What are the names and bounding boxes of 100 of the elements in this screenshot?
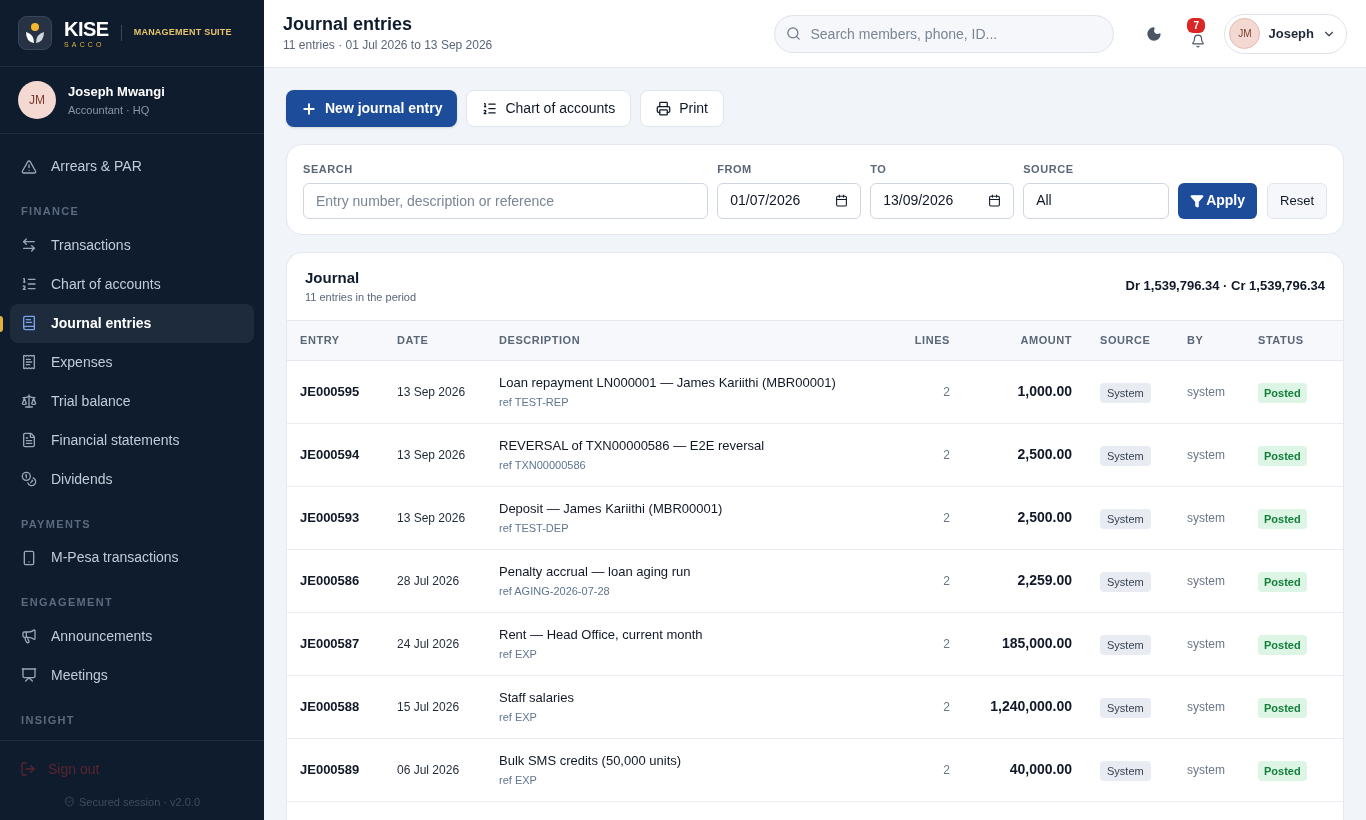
status-tag: Posted bbox=[1258, 697, 1307, 718]
entry-reference: ref EXP bbox=[499, 710, 538, 725]
to-date-field[interactable]: 13/09/2026 bbox=[870, 182, 1015, 219]
created-by: system bbox=[1187, 698, 1226, 716]
journal-subtitle: 11 entries in the period bbox=[305, 290, 417, 305]
source-tag: System bbox=[1100, 445, 1151, 466]
nav-item[interactable]: Arrears & PAR bbox=[10, 147, 254, 186]
bell-icon bbox=[1191, 33, 1206, 48]
source-tag: System bbox=[1100, 571, 1151, 592]
nav-item[interactable]: Transactions bbox=[10, 225, 254, 265]
entry-date: 28 Jul 2026 bbox=[397, 572, 461, 590]
created-by: system bbox=[1187, 635, 1226, 653]
print-button[interactable]: Print bbox=[640, 90, 724, 127]
user-avatar: JM bbox=[18, 81, 56, 119]
numbered-list-icon bbox=[482, 101, 498, 116]
global-search-field[interactable]: Search members, phone, ID... bbox=[774, 14, 1115, 53]
entry-reference: ref AGING-2026-07-28 bbox=[499, 584, 611, 599]
entry-description: Penalty accrual — loan aging run bbox=[499, 562, 692, 581]
entry-number: JE000589 bbox=[300, 760, 361, 779]
line-count: 2 bbox=[942, 572, 950, 590]
entry-description: Staff salaries bbox=[499, 688, 575, 707]
shield-icon bbox=[63, 796, 75, 808]
nav-item[interactable]: M-Pesa transactions bbox=[10, 538, 254, 577]
entry-date: 06 Jul 2026 bbox=[397, 761, 461, 779]
source-tag: System bbox=[1100, 634, 1151, 655]
entry-description: Deposit — James Kariithi (MBR00001) bbox=[499, 499, 724, 518]
board-icon bbox=[21, 667, 37, 683]
notifications-button[interactable]: 7 bbox=[1182, 17, 1215, 50]
warning-icon bbox=[21, 158, 37, 175]
page-title: Journal entries bbox=[283, 13, 414, 36]
created-by: system bbox=[1187, 761, 1226, 779]
user-name: Joseph Mwangi bbox=[68, 83, 165, 101]
logo-icon bbox=[18, 16, 52, 50]
calendar-icon bbox=[988, 194, 1002, 207]
column-header: LINES bbox=[913, 332, 950, 348]
suite-label: MANAGEMENT SUITE bbox=[133, 26, 232, 40]
created-by: system bbox=[1187, 509, 1226, 527]
status-tag: Posted bbox=[1258, 445, 1307, 466]
phone-icon bbox=[21, 549, 37, 566]
header-avatar: JM bbox=[1229, 18, 1261, 49]
entry-amount: 2,500.00 bbox=[1016, 445, 1072, 464]
entry-amount: 1,000.00 bbox=[1016, 382, 1072, 401]
line-count: 2 bbox=[942, 509, 950, 527]
entry-description: REVERSAL of TXN00000586 — E2E reversal bbox=[499, 436, 766, 455]
source-select[interactable]: All bbox=[1023, 182, 1170, 219]
created-by: system bbox=[1187, 446, 1226, 464]
nav-item[interactable]: Financial statements bbox=[10, 420, 254, 460]
notification-count: 7 bbox=[1187, 17, 1206, 33]
moon-icon bbox=[1146, 25, 1163, 42]
entry-reference: ref TEST-REP bbox=[499, 395, 570, 410]
nav-item[interactable]: Announcements bbox=[10, 616, 254, 656]
column-header: STATUS bbox=[1258, 332, 1305, 348]
line-count: 2 bbox=[942, 446, 950, 464]
from-label: FROM bbox=[717, 162, 753, 177]
page-subtitle: 11 entries · 01 Jul 2026 to 13 Sep 2026 bbox=[283, 36, 493, 54]
source-tag: System bbox=[1100, 508, 1151, 529]
nav-item[interactable]: Meetings bbox=[10, 655, 254, 695]
entry-date: 24 Jul 2026 bbox=[397, 635, 461, 653]
entry-description: Bulk SMS credits (50,000 units) bbox=[499, 751, 683, 770]
entry-number: JE000586 bbox=[300, 571, 361, 590]
new-entry-button[interactable]: New journal entry bbox=[286, 90, 458, 127]
reset-button[interactable]: Reset bbox=[1267, 182, 1327, 219]
sign-out-icon bbox=[20, 761, 36, 777]
nav-item[interactable]: Chart of accounts bbox=[10, 264, 254, 304]
chart-of-accounts-button[interactable]: Chart of accounts bbox=[466, 90, 632, 127]
journal-totals: Dr 1,539,796.34 · Cr 1,539,796.34 bbox=[1125, 277, 1325, 296]
entry-reference: ref EXP bbox=[499, 647, 538, 662]
column-header: DESCRIPTION bbox=[499, 332, 582, 348]
filter-icon bbox=[1190, 193, 1205, 208]
nav-item[interactable]: Journal entries bbox=[10, 303, 254, 343]
section-label: FINANCE bbox=[20, 204, 81, 219]
entry-amount: 1,240,000.00 bbox=[989, 697, 1072, 716]
entry-reference: ref TXN00000586 bbox=[499, 458, 587, 473]
column-header: ENTRY bbox=[300, 332, 341, 348]
source-label: SOURCE bbox=[1023, 162, 1075, 177]
transfer-icon bbox=[21, 237, 37, 253]
column-header: AMOUNT bbox=[1019, 332, 1072, 348]
printer-icon bbox=[656, 101, 672, 116]
nav-item[interactable]: Expenses bbox=[10, 342, 254, 382]
entry-number: JE000587 bbox=[300, 634, 361, 653]
plus-icon bbox=[301, 100, 317, 117]
entry-number: JE000593 bbox=[300, 508, 361, 527]
line-count: 2 bbox=[942, 635, 950, 653]
receipt-icon bbox=[21, 354, 37, 370]
line-count: 2 bbox=[942, 761, 950, 779]
section-label: ENGAGEMENT bbox=[20, 595, 115, 610]
entry-date: 13 Sep 2026 bbox=[397, 383, 467, 401]
entry-number: JE000595 bbox=[300, 382, 361, 401]
search-icon bbox=[786, 25, 802, 41]
entry-date: 15 Jul 2026 bbox=[397, 698, 461, 716]
search-field[interactable]: Entry number, description or reference bbox=[303, 182, 709, 219]
status-tag: Posted bbox=[1258, 634, 1307, 655]
entry-description: Rent — Head Office, current month bbox=[499, 625, 704, 644]
apply-button[interactable]: Apply bbox=[1178, 182, 1258, 219]
from-date-field[interactable]: 01/07/2026 bbox=[717, 182, 862, 219]
column-header: BY bbox=[1187, 332, 1205, 348]
nav-item[interactable]: Dividends bbox=[10, 459, 254, 499]
entry-number: JE000594 bbox=[300, 445, 361, 464]
entry-amount: 2,500.00 bbox=[1016, 508, 1072, 527]
nav-item[interactable]: Trial balance bbox=[10, 381, 254, 421]
